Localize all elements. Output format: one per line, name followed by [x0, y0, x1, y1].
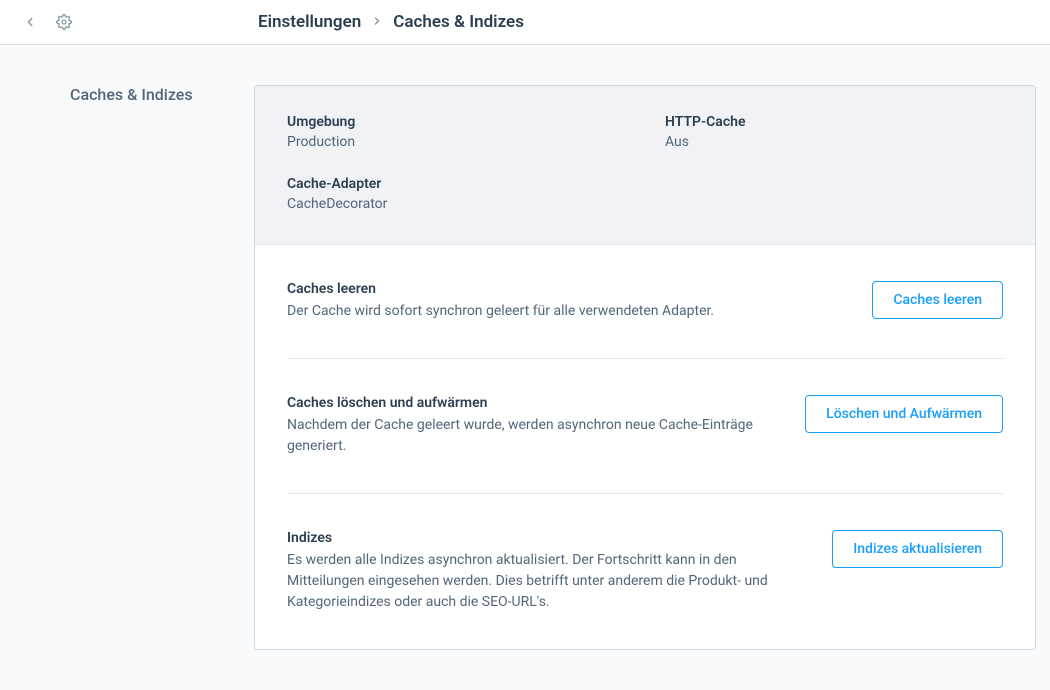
environment-label: Umgebung: [287, 114, 625, 130]
settings-card: Umgebung Production HTTP-Cache Aus Cache…: [254, 85, 1036, 650]
header-icons: [20, 12, 74, 32]
overview-panel: Umgebung Production HTTP-Cache Aus Cache…: [255, 86, 1035, 245]
page-header: Einstellungen Caches & Indizes: [0, 0, 1050, 45]
sidebar: Caches & Indizes: [14, 85, 214, 650]
warmup-cache-desc: Nachdem der Cache geleert wurde, werden …: [287, 415, 775, 457]
clear-cache-row: Caches leeren Der Cache wird sofort sync…: [287, 245, 1003, 359]
breadcrumb: Einstellungen Caches & Indizes: [258, 12, 524, 32]
update-indexes-button[interactable]: Indizes aktualisieren: [832, 530, 1003, 568]
cache-adapter-label: Cache-Adapter: [287, 176, 625, 192]
http-cache-field: HTTP-Cache Aus: [665, 114, 1003, 150]
clear-cache-title: Caches leeren: [287, 281, 842, 297]
actions-panel: Caches leeren Der Cache wird sofort sync…: [255, 245, 1035, 649]
http-cache-label: HTTP-Cache: [665, 114, 1003, 130]
cache-adapter-value: CacheDecorator: [287, 196, 625, 212]
indexes-row: Indizes Es werden alle Indizes asynchron…: [287, 494, 1003, 649]
clear-cache-desc: Der Cache wird sofort synchron geleert f…: [287, 301, 842, 322]
content-area: Umgebung Production HTTP-Cache Aus Cache…: [254, 85, 1036, 650]
breadcrumb-current: Caches & Indizes: [393, 12, 524, 32]
warmup-cache-row: Caches löschen und aufwärmen Nachdem der…: [287, 359, 1003, 494]
chevron-right-icon: [371, 12, 383, 32]
cache-adapter-field: Cache-Adapter CacheDecorator: [287, 176, 625, 212]
sidebar-title: Caches & Indizes: [70, 85, 214, 104]
back-icon[interactable]: [20, 12, 40, 32]
page-body: Caches & Indizes Umgebung Production HTT…: [0, 45, 1050, 690]
clear-cache-button[interactable]: Caches leeren: [872, 281, 1003, 319]
environment-value: Production: [287, 134, 625, 150]
breadcrumb-root[interactable]: Einstellungen: [258, 12, 361, 32]
gear-icon[interactable]: [54, 12, 74, 32]
http-cache-value: Aus: [665, 134, 1003, 150]
indexes-desc: Es werden alle Indizes asynchron aktuali…: [287, 550, 802, 613]
warmup-cache-title: Caches löschen und aufwärmen: [287, 395, 775, 411]
warmup-cache-button[interactable]: Löschen und Aufwärmen: [805, 395, 1003, 433]
indexes-title: Indizes: [287, 530, 802, 546]
environment-field: Umgebung Production: [287, 114, 625, 150]
